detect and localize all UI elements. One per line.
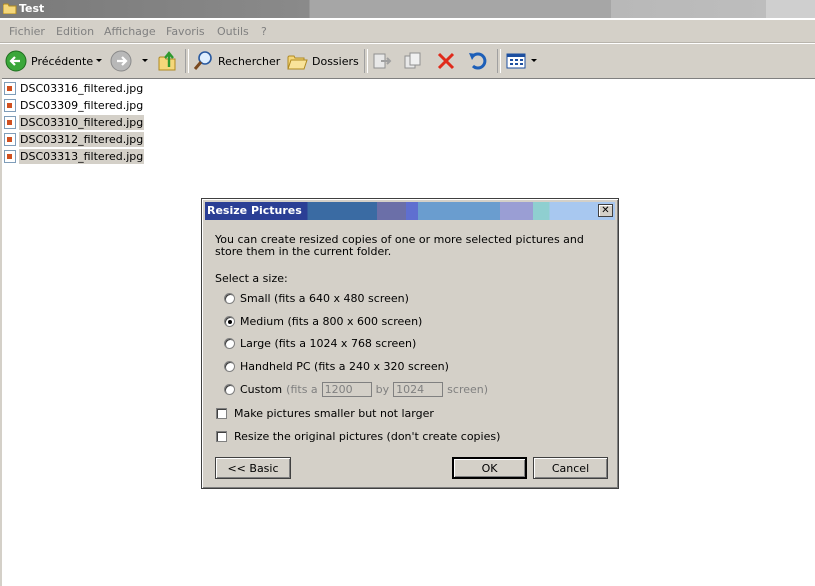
checkbox-smaller-only[interactable]: Make pictures smaller but not larger [216, 405, 434, 421]
dialog-titlebar: Resize Pictures ✕ [205, 202, 615, 220]
undo-button[interactable] [467, 48, 489, 74]
forward-dropdown-icon[interactable] [142, 59, 148, 62]
menu-affichage[interactable]: Affichage [104, 25, 156, 38]
folders-button[interactable]: Dossiers [286, 48, 359, 74]
checkbox-resize-original-box[interactable] [216, 430, 227, 442]
image-file-icon [4, 82, 16, 95]
search-icon [193, 51, 212, 70]
radio-large[interactable] [224, 337, 235, 349]
file-name: DSC03313_filtered.jpg [19, 149, 145, 164]
copy-to-icon [404, 52, 421, 69]
menu-outils[interactable]: Outils [217, 25, 249, 38]
option-small[interactable]: Small (fits a 640 x 480 screen) [224, 290, 409, 306]
folders-label: Dossiers [312, 54, 359, 68]
menu-favoris[interactable]: Favoris [166, 25, 205, 38]
toolbar-separator [497, 49, 501, 73]
delete-button[interactable] [435, 48, 457, 74]
radio-handheld[interactable] [224, 360, 235, 372]
search-label: Rechercher [218, 54, 281, 68]
views-icon [506, 53, 526, 69]
option-large-label: Large (fits a 1024 x 768 screen) [240, 336, 417, 350]
toolbar-separator [364, 49, 368, 73]
move-to-icon [373, 53, 392, 69]
dialog-description: You can create resized copies of one or … [215, 233, 584, 258]
search-button[interactable]: Rechercher [192, 48, 280, 74]
menu-help[interactable]: ? [261, 25, 267, 38]
back-arrow-icon [5, 50, 27, 72]
image-file-icon [4, 99, 16, 112]
option-custom-label: Custom [240, 382, 283, 396]
resize-pictures-dialog: Resize Pictures ✕ You can create resized… [201, 198, 619, 489]
back-dropdown-icon[interactable] [96, 59, 102, 62]
back-label: Précédente [31, 54, 94, 68]
image-file-icon [4, 150, 16, 163]
up-folder-icon [158, 51, 176, 71]
custom-fits-label: (fits a [286, 382, 318, 396]
ok-button[interactable]: OK [452, 457, 527, 479]
image-file-icon [4, 133, 16, 146]
size-label: Select a size: [215, 272, 288, 285]
radio-medium[interactable] [224, 315, 235, 327]
undo-icon [469, 52, 487, 70]
option-medium-label: Medium (fits a 800 x 600 screen) [240, 314, 423, 328]
custom-screen-label: screen) [447, 382, 489, 396]
file-item-selected[interactable]: DSC03310_filtered.jpg [4, 114, 145, 131]
checkbox-resize-original-label: Resize the original pictures (don't crea… [234, 429, 501, 443]
checkbox-resize-original[interactable]: Resize the original pictures (don't crea… [216, 428, 500, 444]
delete-icon [437, 52, 455, 70]
file-name: DSC03312_filtered.jpg [19, 132, 145, 147]
file-item[interactable]: DSC03309_filtered.jpg [4, 97, 144, 114]
option-handheld[interactable]: Handheld PC (fits a 240 x 320 screen) [224, 358, 449, 374]
option-handheld-label: Handheld PC (fits a 240 x 320 screen) [240, 359, 449, 373]
folder-icon [3, 3, 17, 14]
file-name: DSC03310_filtered.jpg [19, 115, 145, 130]
window-title: Test [19, 2, 45, 15]
views-button[interactable] [505, 48, 527, 74]
move-to-button[interactable] [371, 48, 393, 74]
up-folder-button[interactable] [157, 48, 179, 74]
cancel-button[interactable]: Cancel [533, 457, 608, 479]
views-dropdown-icon[interactable] [531, 59, 537, 62]
file-item-selected[interactable]: DSC03313_filtered.jpg [4, 148, 145, 165]
menu-bar: Fichier Edition Affichage Favoris Outils… [0, 20, 815, 43]
checkbox-smaller-only-label: Make pictures smaller but not larger [234, 406, 434, 420]
menu-fichier[interactable]: Fichier [9, 25, 45, 38]
custom-height-input: 1024 [393, 381, 444, 397]
window-titlebar: Test [0, 0, 815, 18]
file-item[interactable]: DSC03316_filtered.jpg [4, 80, 144, 97]
file-list: DSC03316_filtered.jpg DSC03309_filtered.… [4, 80, 145, 165]
file-item-selected[interactable]: DSC03312_filtered.jpg [4, 131, 145, 148]
folders-icon [287, 55, 308, 70]
option-small-label: Small (fits a 640 x 480 screen) [240, 291, 409, 305]
dialog-title: Resize Pictures [207, 204, 302, 217]
view-border [0, 78, 2, 586]
option-custom[interactable]: Custom (fits a 1200 by 1024 screen) [224, 381, 488, 397]
file-name: DSC03309_filtered.jpg [20, 99, 144, 112]
forward-arrow-icon [110, 50, 132, 72]
image-file-icon [4, 116, 16, 129]
custom-by-label: by [375, 382, 390, 396]
forward-button[interactable] [110, 48, 132, 74]
file-name: DSC03316_filtered.jpg [20, 82, 144, 95]
toolbar: Précédente Rechercher Dossiers [0, 43, 815, 79]
close-icon[interactable]: ✕ [598, 204, 613, 217]
radio-custom[interactable] [224, 383, 235, 395]
radio-small[interactable] [224, 292, 235, 304]
menu-edition[interactable]: Edition [56, 25, 94, 38]
option-medium[interactable]: Medium (fits a 800 x 600 screen) [224, 313, 422, 329]
toolbar-separator [185, 49, 189, 73]
back-button[interactable]: Précédente [5, 48, 93, 74]
copy-to-button[interactable] [402, 48, 424, 74]
checkbox-smaller-only-box[interactable] [216, 407, 227, 419]
custom-width-input: 1200 [321, 381, 372, 397]
basic-button[interactable]: << Basic [215, 457, 291, 479]
option-large[interactable]: Large (fits a 1024 x 768 screen) [224, 335, 416, 351]
